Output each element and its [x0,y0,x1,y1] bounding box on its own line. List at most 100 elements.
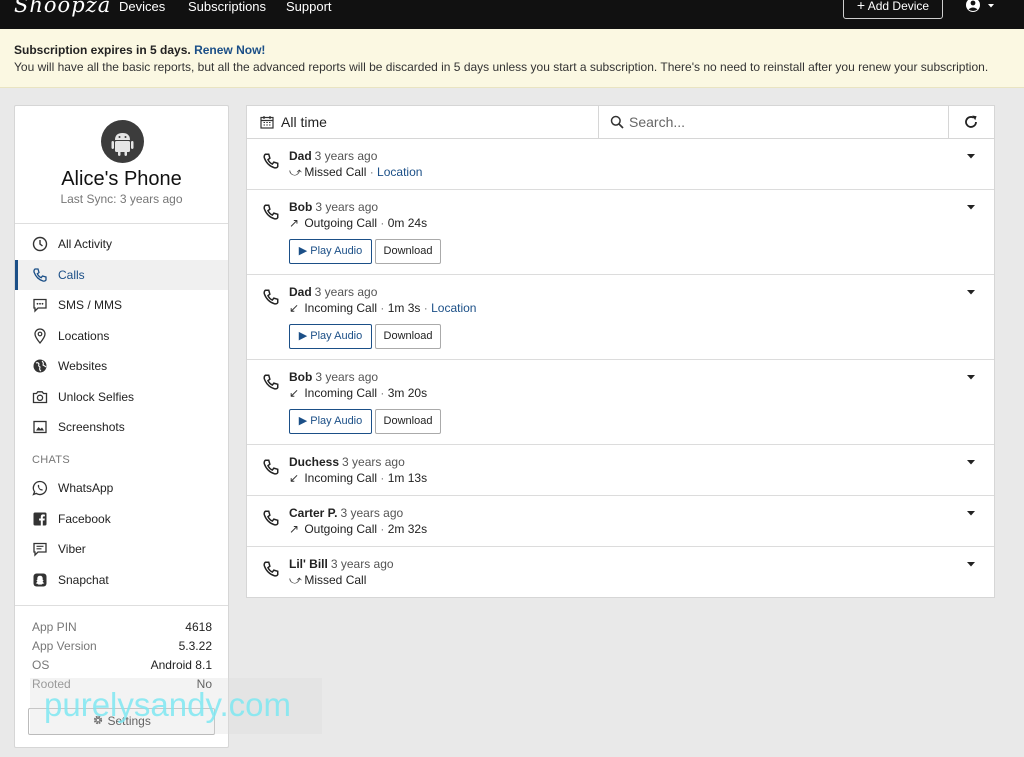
sidebar-item-snapchat[interactable]: Snapchat [15,565,228,595]
phone-icon [263,374,279,390]
globe-icon [33,359,47,373]
sidebar-item-sms[interactable]: SMS / MMS [15,290,228,320]
divider [15,223,228,224]
watermark-text: purelysandy.com [44,686,292,723]
call-header: Duchess 3 years ago [289,455,405,469]
user-menu[interactable] [965,0,999,14]
sidebar-item-label: Viber [58,542,86,556]
call-row[interactable]: Duchess 3 years ago ↙ Incoming Call · 1m … [247,445,994,496]
refresh-icon [965,115,977,128]
call-duration: 2m 32s [387,522,428,536]
sidebar-item-label: Snapchat [58,573,109,587]
nav-support-link[interactable]: Support [286,0,332,14]
outgoing-call-icon: ↗ [289,522,300,536]
sidebar-item-label: Unlock Selfies [58,390,135,404]
nav-devices-link[interactable]: Devices [119,0,165,14]
calendar-icon [260,116,274,129]
call-time: 3 years ago [315,370,379,384]
device-name: Alice's Phone [61,168,182,190]
call-type: Incoming Call [304,386,378,400]
chevron-down-icon[interactable] [966,152,976,160]
location-link[interactable]: Location [431,301,476,315]
separator-dot: · [423,301,428,315]
call-header: Carter P. 3 years ago [289,506,403,520]
call-detail: ↙ Incoming Call · 3m 20s [289,386,427,400]
sidebar-item-unlock-selfies[interactable]: Unlock Selfies [15,382,228,412]
call-row[interactable]: Lil' Bill 3 years ago ⤻ Missed Call [247,547,994,597]
download-button[interactable]: Download [375,239,441,264]
location-pin-icon [34,328,46,344]
missed-call-icon: ⤻ [289,165,302,179]
sidebar-item-whatsapp[interactable]: WhatsApp [15,473,228,503]
call-row[interactable]: Dad 3 years ago ↙ Incoming Call · 1m 3s ·… [247,275,994,360]
download-button[interactable]: Download [375,324,441,349]
play-audio-label: Play Audio [310,245,363,257]
sidebar-item-viber[interactable]: Viber [15,534,228,564]
chevron-down-icon[interactable] [966,509,976,517]
call-row[interactable]: Carter P. 3 years ago ↗ Outgoing Call · 2… [247,496,994,547]
play-audio-button[interactable]: ▶ Play Audio [289,324,372,349]
call-time: 3 years ago [315,200,379,214]
call-header: Dad 3 years ago [289,149,377,163]
date-range-selector[interactable]: All time [247,106,599,138]
sidebar-item-label: Locations [58,329,110,343]
call-detail: ↗ Outgoing Call · 0m 24s [289,216,427,230]
banner-title: Subscription expires in 5 days. [14,43,191,57]
chevron-down-icon[interactable] [966,560,976,568]
outgoing-call-icon: ↗ [289,216,300,230]
incoming-call-icon: ↙ [289,301,300,315]
camera-icon [32,391,48,404]
search-input[interactable] [629,111,939,133]
banner-title-line: Subscription expires in 5 days. Renew No… [14,43,265,57]
chevron-down-icon [988,4,994,8]
call-header: Lil' Bill 3 years ago [289,557,394,571]
call-detail: ↙ Incoming Call · 1m 3s · Location [289,301,476,315]
info-key: App Version [32,639,97,653]
sidebar-item-facebook[interactable]: Facebook [15,504,228,534]
plus-icon: + [856,0,866,13]
call-row[interactable]: Bob 3 years ago ↙ Incoming Call · 3m 20s … [247,360,994,445]
sidebar-item-calls[interactable]: Calls [15,260,228,290]
refresh-button[interactable] [948,106,994,138]
subscription-banner: Subscription expires in 5 days. Renew No… [0,29,1024,88]
divider [15,605,228,606]
chevron-down-icon[interactable] [966,288,976,296]
call-time: 3 years ago [314,285,378,299]
logo[interactable]: Shoopza [14,0,111,17]
call-detail: ⤻ Missed Call [289,573,366,588]
sidebar-item-screenshots[interactable]: Screenshots [15,412,228,442]
device-sidebar: Alice's Phone Last Sync: 3 years ago All… [14,105,229,748]
call-row[interactable]: Bob 3 years ago ↗ Outgoing Call · 0m 24s … [247,190,994,275]
play-icon: ▶ [298,245,311,257]
info-value: Android 8.1 [150,658,212,672]
chevron-down-icon[interactable] [966,373,976,381]
sidebar-item-websites[interactable]: Websites [15,351,228,381]
call-row[interactable]: Dad 3 years ago ⤻ Missed Call · Location [247,139,994,190]
sidebar-item-locations[interactable]: Locations [15,321,228,351]
info-key: App PIN [32,620,77,634]
image-icon [33,420,47,434]
call-duration: 1m 3s [387,301,421,315]
play-icon: ▶ [298,415,311,427]
call-contact: Dad [289,149,312,163]
last-sync: Last Sync: 3 years ago [60,192,183,206]
chevron-down-icon[interactable] [966,458,976,466]
call-type: Missed Call [304,165,367,179]
renew-now-link[interactable]: Renew Now! [194,43,265,57]
location-link[interactable]: Location [377,165,422,179]
chevron-down-icon[interactable] [966,203,976,211]
separator-dot: · [369,165,374,179]
call-contact: Bob [289,370,313,384]
play-audio-button[interactable]: ▶ Play Audio [289,409,372,434]
separator-dot: · [380,471,385,485]
play-audio-button[interactable]: ▶ Play Audio [289,239,372,264]
call-detail: ↗ Outgoing Call · 2m 32s [289,522,427,536]
sidebar-item-label: Calls [58,268,85,282]
call-type: Outgoing Call [304,522,378,536]
sidebar-item-all-activity[interactable]: All Activity [15,229,228,259]
play-icon: ▶ [298,330,311,342]
chats-heading: CHATS [32,454,70,466]
nav-subscriptions-link[interactable]: Subscriptions [188,0,266,14]
add-device-button[interactable]: + Add Device [843,0,943,19]
download-button[interactable]: Download [375,409,441,434]
